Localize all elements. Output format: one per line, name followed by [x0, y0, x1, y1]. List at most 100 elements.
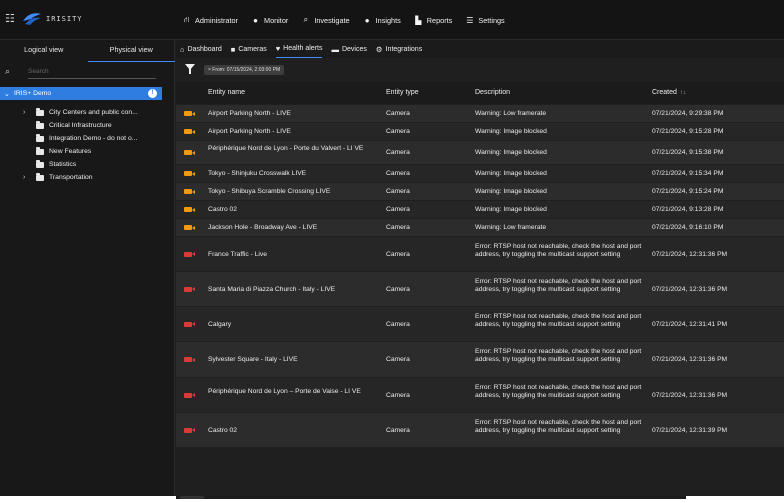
- filter-icon[interactable]: [185, 64, 195, 74]
- gears-icon: ⚙: [375, 44, 383, 54]
- camera-icon: ■: [230, 44, 236, 54]
- cell-entity-type: Camera: [386, 391, 410, 399]
- cell-entity-name: Castro 02: [208, 426, 237, 434]
- table-row[interactable]: Sylvester Square - Italy - LIVE Camera Err…: [176, 341, 784, 377]
- nav-reports[interactable]: ▙ Reports: [414, 12, 452, 28]
- bulb-icon: ●: [364, 15, 370, 25]
- brand-name: IRISITY: [46, 15, 83, 23]
- cell-description: Error: RTSP host not reachable, check th…: [475, 277, 642, 293]
- chevron-right-icon[interactable]: ›: [23, 174, 36, 181]
- nav-insights[interactable]: ● Insights: [363, 12, 401, 28]
- cell-entity-type: Camera: [386, 250, 410, 258]
- nav-administrator[interactable]: ⛙ Administrator: [182, 12, 238, 28]
- nav-label: Settings: [478, 15, 505, 25]
- cell-created: 07/21/2024, 9:16:10 PM: [652, 224, 724, 231]
- nav-settings[interactable]: ☰ Settings: [465, 12, 504, 28]
- filter-row: × From: 07/15/2024, 2:03:00 PM: [176, 62, 784, 78]
- camera-warning-icon: [184, 111, 195, 116]
- bottom-scroll-area: [0, 496, 784, 503]
- subnav-health-alerts[interactable]: ♥ Health alerts: [275, 40, 323, 58]
- nav-investigate[interactable]: ⌕ Investigate: [301, 12, 350, 28]
- cell-entity-type: Camera: [386, 188, 410, 195]
- search-input[interactable]: [28, 65, 156, 79]
- subnav-label: Dashboard: [187, 45, 222, 53]
- nav-monitor[interactable]: ● Monitor: [251, 12, 288, 28]
- table-row[interactable]: Santa Maria di Piazza Church - Italy - L…: [176, 271, 784, 306]
- search-icon: ⌕: [303, 15, 309, 24]
- cell-entity-type: Camera: [386, 170, 410, 177]
- cell-entity-name: Airport Parking North - LIVE: [208, 128, 291, 135]
- subnav-cameras[interactable]: ■ Cameras: [231, 40, 267, 58]
- chevron-right-icon[interactable]: ›: [23, 109, 36, 116]
- date-filter-chip[interactable]: × From: 07/15/2024, 2:03:00 PM: [204, 65, 285, 75]
- sort-icon[interactable]: ↑↓: [680, 89, 687, 96]
- cell-created: 07/21/2024, 9:13:28 PM: [652, 206, 724, 213]
- folder-icon: [36, 121, 44, 129]
- record-icon: ●: [253, 15, 258, 25]
- tree-item[interactable]: › Transportation: [0, 172, 165, 183]
- cell-entity-name: Calgary: [208, 320, 232, 328]
- camera-error-icon: [184, 321, 195, 327]
- table-row[interactable]: Airport Parking North - LIVE Camera Warnin…: [176, 104, 784, 122]
- cell-entity-name: Airport Parking North - LIVE: [208, 110, 291, 117]
- cell-entity-name: Tokyo - Shinjuku Crosswalk LIVE: [208, 170, 307, 177]
- cell-description: Warning: Image blocked: [475, 206, 547, 213]
- cell-description: Error: RTSP host not reachable, check th…: [475, 383, 642, 399]
- camera-warning-icon: [184, 189, 195, 194]
- table-row[interactable]: France Traffic - Live Camera Error: RTSP h…: [176, 236, 784, 271]
- column-created[interactable]: Created ↑↓: [652, 89, 686, 96]
- table-row[interactable]: Tokyo - Shinjuku Crosswalk LIVE Camera War…: [176, 164, 784, 182]
- tab-logical-view[interactable]: Logical view: [0, 40, 88, 62]
- tree-menu-icon[interactable]: ☷: [5, 13, 19, 25]
- table-row[interactable]: Périphérique Nord de Lyon – Porte de Vai…: [176, 377, 784, 412]
- column-description[interactable]: Description: [475, 89, 510, 96]
- tree-item[interactable]: ›Integration Demo - do not o...: [0, 133, 165, 144]
- cell-entity-type: Camera: [386, 110, 410, 117]
- cell-entity-type: Camera: [386, 426, 410, 434]
- cell-created: 07/21/2024, 12:31:36 PM: [652, 356, 728, 363]
- subnav-integrations[interactable]: ⚙ Integrations: [376, 40, 422, 58]
- cell-description: Error: RTSP host not reachable, check th…: [475, 312, 642, 328]
- search-row: ⌕: [0, 63, 175, 81]
- cell-entity-type: Camera: [386, 206, 410, 213]
- column-entity-name[interactable]: Entity name: [208, 89, 245, 96]
- tree-root-iris-demo[interactable]: ⌄ IRIS+ Demo !: [0, 87, 162, 100]
- camera-warning-icon: [184, 207, 195, 212]
- column-entity-type[interactable]: Entity type: [386, 89, 419, 96]
- home-icon: ⌂: [180, 44, 185, 54]
- camera-error-icon: [184, 427, 195, 433]
- cell-created: 07/21/2024, 12:31:41 PM: [652, 320, 728, 328]
- horizontal-scrollbar[interactable]: [176, 496, 686, 499]
- table-row[interactable]: Jackson Hole - Broadway Ave - LIVE Camera…: [176, 218, 784, 236]
- cell-entity-name: Santa Maria di Piazza Church - Italy - L…: [208, 285, 336, 293]
- tree-root-label: IRIS+ Demo: [14, 90, 52, 97]
- folder-icon: [36, 108, 44, 116]
- table-row[interactable]: Calgary Camera Error: RTSP host not reacha…: [176, 306, 784, 341]
- tree-item[interactable]: ›Critical Infrastructure: [0, 120, 165, 131]
- table-row[interactable]: Périphérique Nord de Lyon - Porte du Val…: [176, 140, 784, 164]
- table-row[interactable]: Castro 02 Camera Error: RTSP host not reac…: [176, 412, 784, 447]
- tree-item-label: Critical Infrastructure: [49, 122, 112, 129]
- tree-item[interactable]: ›New Features: [0, 146, 165, 157]
- alert-badge: !: [148, 89, 157, 98]
- top-bar: ☷ IRISITY ⛙ Administrator ● Monitor ⌕ Investi…: [0, 0, 784, 40]
- tree-item-label: Statistics: [49, 161, 77, 168]
- chevron-down-icon[interactable]: ⌄: [4, 90, 14, 98]
- cell-entity-type: Camera: [386, 320, 410, 328]
- cell-description: Warning: Low framerate: [475, 110, 547, 117]
- cell-entity-type: Camera: [386, 128, 410, 135]
- camera-error-icon: [184, 357, 195, 362]
- subnav-label: Devices: [341, 45, 367, 53]
- camera-error-icon: [184, 286, 195, 292]
- tree-item[interactable]: ›Statistics: [0, 159, 165, 170]
- subnav-devices[interactable]: ▬ Devices: [331, 40, 366, 58]
- tree-item[interactable]: › City Centers and public con...: [0, 107, 165, 118]
- table-row[interactable]: Castro 02 Camera Warning: Image blocked 07/…: [176, 200, 784, 218]
- tab-physical-view[interactable]: Physical view: [87, 40, 175, 62]
- scrollbar-thumb[interactable]: [180, 496, 204, 499]
- subnav-dashboard[interactable]: ⌂ Dashboard: [180, 40, 222, 58]
- table-row[interactable]: Tokyo - Shibuya Scramble Crossing LIVE Ca…: [176, 182, 784, 200]
- cell-created: 07/21/2024, 9:15:24 PM: [652, 188, 724, 195]
- nav-label: Monitor: [263, 15, 289, 25]
- table-row[interactable]: Airport Parking North - LIVE Camera Warnin…: [176, 122, 784, 140]
